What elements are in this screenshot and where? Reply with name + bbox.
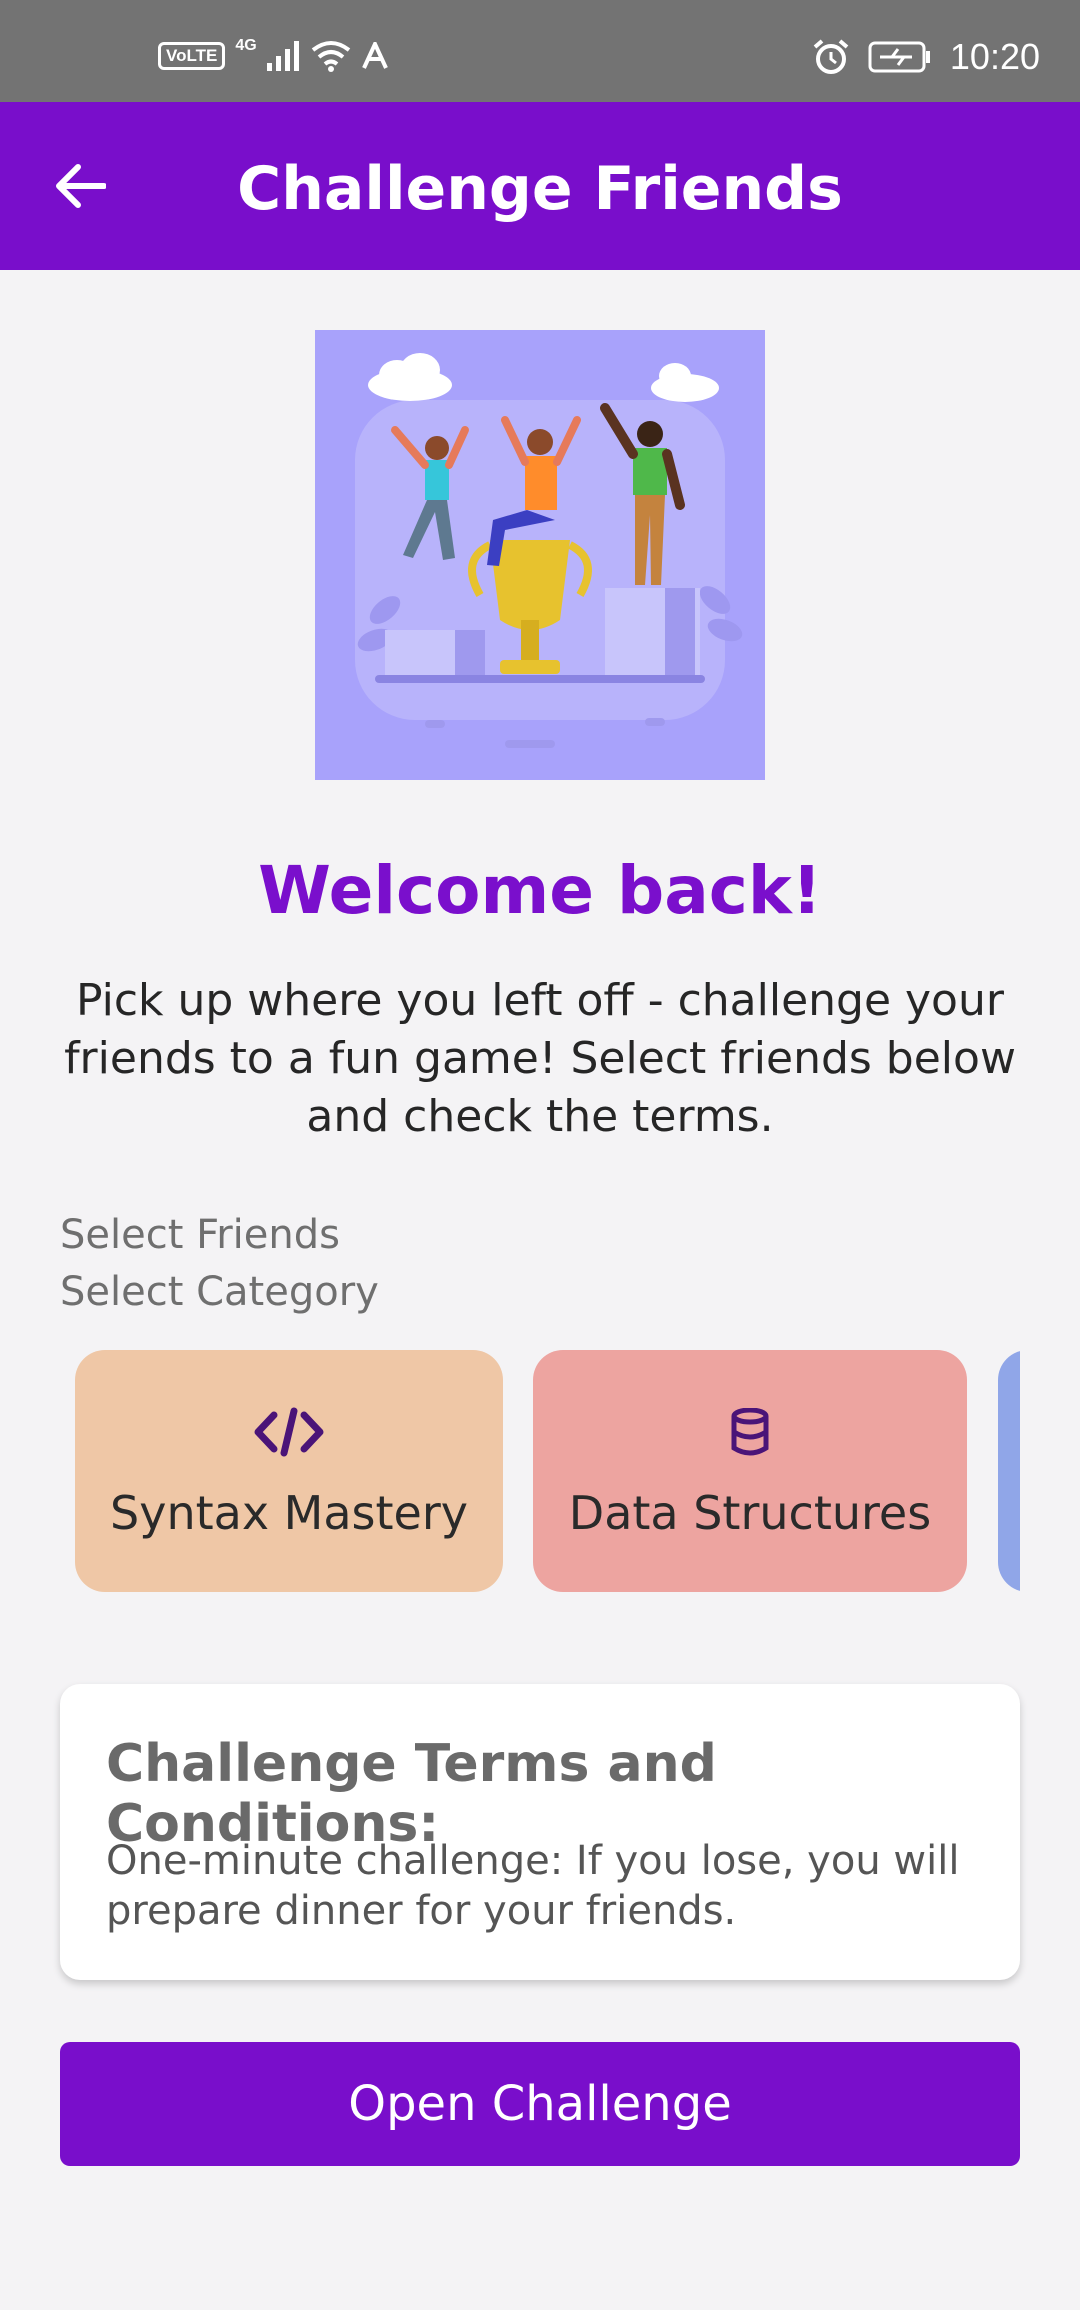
status-right: 10:20 [812,36,1040,78]
network-type-label: 4G [235,37,257,54]
welcome-title: Welcome back! [258,852,822,929]
auto-icon [361,42,388,69]
category-label: Data Structures [568,1486,932,1540]
category-carousel[interactable]: Syntax Mastery Data Structures [0,1350,1020,1594]
hero-illustration [315,330,765,780]
app-bar: Challenge Friends [0,102,1080,270]
open-challenge-button[interactable]: Open Challenge [60,2042,1020,2166]
signal-icon [266,41,299,71]
select-friends-label: Select Friends [60,1212,340,1258]
code-icon [254,1407,324,1457]
category-card-data-structures[interactable]: Data Structures [533,1350,967,1592]
category-label: Syntax Mastery [110,1486,468,1540]
welcome-description: Pick up where you left off - challenge y… [64,975,1016,1142]
alarm-icon [813,39,849,74]
clock-time: 10:20 [949,36,1040,77]
page-title: Challenge Friends [237,154,843,224]
friends-trophy-illustration [355,353,743,748]
status-left: VoLTE 4G [158,37,389,72]
wifi-icon [311,41,350,72]
terms-card: Challenge Terms and Conditions: One-minu… [60,1684,1020,1980]
select-category-label: Select Category [60,1269,379,1315]
status-bar: VoLTE 4G 10:20 [0,0,1080,102]
category-card-partial[interactable] [998,1350,1020,1592]
battery-charging-icon [868,41,930,73]
category-card-syntax-mastery[interactable]: Syntax Mastery [75,1350,503,1592]
database-icon [731,1408,769,1456]
volte-icon: VoLTE [158,42,226,70]
terms-body: One-minute challenge: If you lose, you w… [106,1838,960,1934]
